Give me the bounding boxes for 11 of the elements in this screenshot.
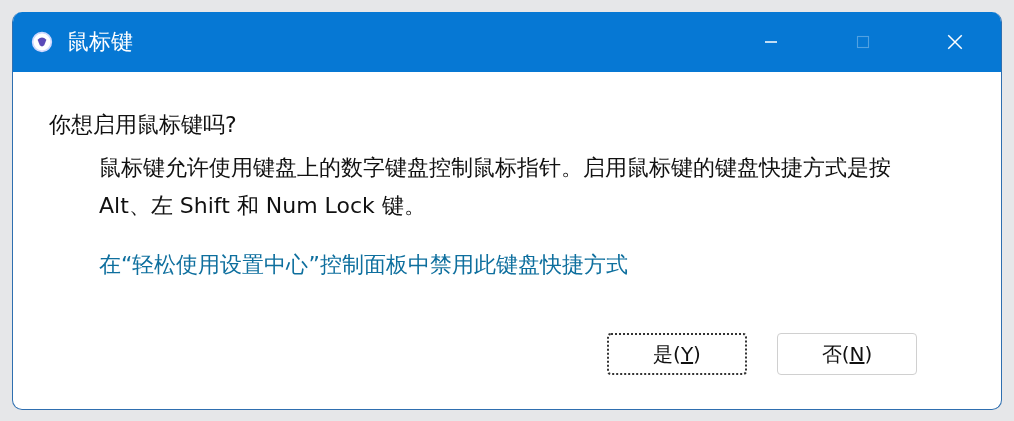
dialog-button[interactable]: 是(Y)	[607, 333, 747, 375]
window-title: 鼠标键	[67, 28, 133, 56]
dialog-button[interactable]: 否(N)	[777, 333, 917, 375]
maximize-icon	[855, 34, 871, 50]
description-text: 鼠标键允许使用键盘上的数字键盘控制鼠标指针。启用鼠标键的键盘快捷方式是按	[99, 154, 891, 182]
description-text: Alt、左 Shift 和 Num Lock 键。	[99, 192, 426, 220]
settings-link[interactable]: 在“轻松使用设置中心”控制面板中禁用此键盘快捷方式	[99, 252, 628, 278]
question-text: 你想启用鼠标键吗?	[49, 112, 238, 138]
minimize-icon	[764, 41, 778, 43]
close-icon	[946, 33, 964, 51]
mouse-icon	[31, 31, 53, 53]
